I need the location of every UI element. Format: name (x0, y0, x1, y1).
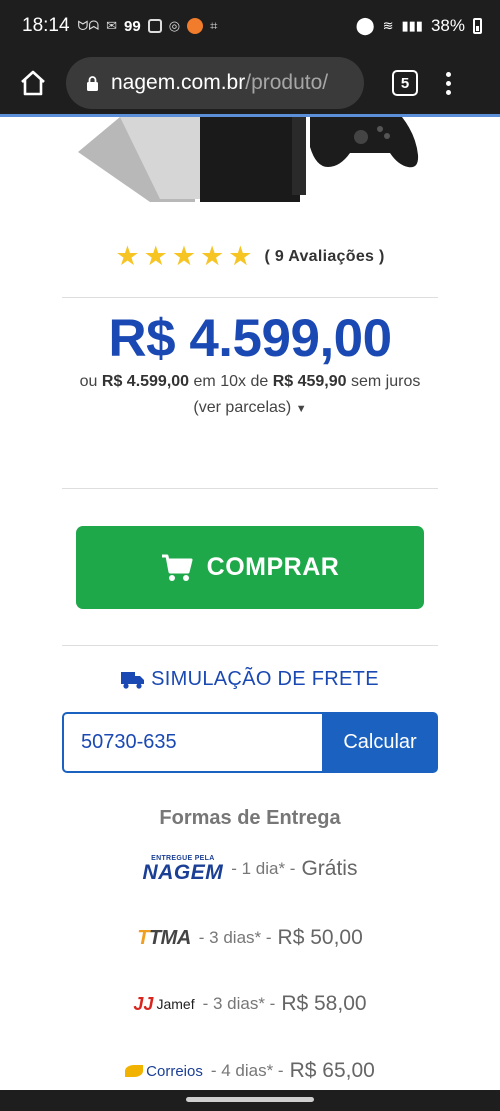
delivery-days: - 3 dias* - (198, 928, 272, 947)
star-icon: ★ (115, 241, 140, 271)
freight-simulation-title: SIMULAÇÃO DE FRETE (0, 668, 500, 691)
cart-icon (161, 554, 193, 581)
buy-button-label: COMPRAR (206, 553, 340, 581)
divider (62, 645, 438, 646)
product-price: R$ 4.599,00 (108, 309, 392, 368)
status-bar: 18:14 ᗢᗣ ✉ 99 ◎ ⌗ ⬤ ≋ ▮▮▮ 38% (0, 0, 500, 52)
delivery-price: R$ 58,00 (281, 992, 367, 1015)
notification-icons: ᗢᗣ ✉ 99 ◎ ⌗ (78, 18, 218, 35)
home-gesture-handle[interactable] (186, 1097, 314, 1102)
battery-percent: 38% (430, 16, 465, 35)
system-icons: ⬤ ≋ ▮▮▮ 38% (356, 16, 482, 36)
delivery-option-correios: Correios - 4 dias* - R$ 65,00 (0, 1059, 500, 1083)
delivery-days: - 3 dias* - (202, 994, 276, 1013)
star-icon: ★ (143, 241, 168, 271)
tab-switcher-button[interactable]: 5 (392, 70, 418, 96)
home-button[interactable] (0, 52, 66, 114)
url-path: /produto/ (245, 71, 329, 94)
clock: 18:14 (22, 15, 70, 36)
buy-button[interactable]: COMPRAR (76, 526, 424, 609)
delivery-price: R$ 50,00 (277, 926, 363, 949)
delivery-option-nagem: ENTREGUE PELA NAGEM - 1 dia* - Grátis (0, 855, 500, 883)
caret-down-icon: ▼ (295, 403, 307, 415)
lock-icon (87, 75, 98, 91)
app-99-icon: 99 (124, 17, 141, 35)
divider (62, 297, 438, 298)
correios-logo: Correios (125, 1063, 203, 1080)
gallery-icon (147, 19, 162, 33)
delivery-days: - 4 dias* - (210, 1061, 284, 1080)
tma-logo: TTMA (137, 926, 191, 949)
cep-input[interactable] (62, 712, 324, 773)
address-bar[interactable]: nagem.com.br/produto/ (66, 57, 364, 109)
product-rating[interactable]: ★ ★ ★ ★ ★ ( 9 Avaliações ) (0, 243, 500, 270)
delivery-price: R$ 65,00 (289, 1059, 375, 1082)
browser-toolbar: nagem.com.br/produto/ 5 (0, 52, 500, 114)
jamef-logo: JJ Jamef (133, 993, 195, 1014)
signal-icon: ▮▮▮ (401, 18, 423, 33)
mail-icon: ✉ (106, 18, 118, 33)
wifi-icon: ≋ (382, 18, 394, 33)
calculate-button[interactable]: Calcular (322, 712, 438, 773)
nagem-logo: ENTREGUE PELA NAGEM (142, 855, 224, 884)
star-icon: ★ (200, 241, 225, 271)
app-orange-icon (187, 18, 204, 34)
star-icon: ★ (171, 241, 197, 271)
gesture-nav-bar (0, 1090, 500, 1111)
delivery-options-title: Formas de Entrega (159, 807, 341, 829)
view-installments-link[interactable]: (ver parcelas) ▼ (0, 399, 500, 417)
delivery-option-tma: TTMA - 3 dias* - R$ 50,00 (0, 926, 500, 950)
screen-record-icon: ⌗ (210, 18, 218, 33)
notification-app-icon: ᗢᗣ (77, 18, 100, 33)
globe-icon: ◎ (168, 18, 181, 33)
truck-icon (121, 671, 145, 689)
home-icon (21, 70, 45, 96)
star-icon: ★ (228, 241, 253, 271)
overflow-menu-button[interactable] (446, 71, 451, 95)
delivery-price: Grátis (301, 857, 358, 880)
installments-info: ou R$ 4.599,00 em 10x de R$ 459,90 sem j… (79, 373, 421, 390)
divider (62, 488, 438, 489)
location-icon: ⬤ (355, 16, 375, 35)
delivery-days: - 1 dia* - (231, 859, 296, 878)
reviews-count[interactable]: ( 9 Avaliações ) (264, 248, 384, 266)
product-image (78, 117, 419, 202)
battery-icon (473, 18, 482, 34)
delivery-option-jamef: JJ Jamef - 3 dias* - R$ 58,00 (0, 992, 500, 1016)
url-domain: nagem.com.br (111, 71, 246, 94)
